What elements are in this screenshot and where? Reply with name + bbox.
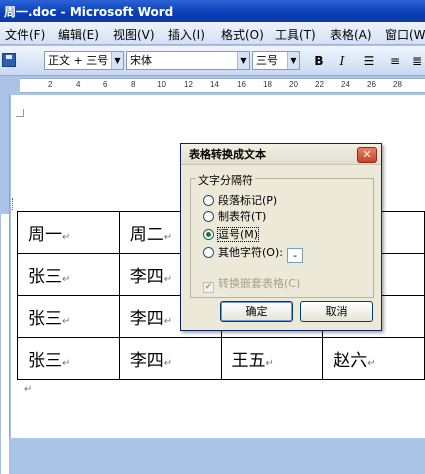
- ruler-number: 22: [315, 80, 324, 89]
- ruler-number: 26: [367, 80, 376, 89]
- chevron-down-icon[interactable]: ▼: [111, 52, 123, 69]
- menu-insert[interactable]: 插入(I): [168, 26, 205, 43]
- menu-view[interactable]: 视图(V): [113, 26, 155, 43]
- radio-icon[interactable]: [203, 211, 214, 222]
- align-justify-icon[interactable]: ☰: [360, 52, 378, 70]
- size-combo-value: 三号: [256, 54, 278, 67]
- menu-file[interactable]: 文件(F): [5, 26, 45, 43]
- other-character-input[interactable]: -: [286, 248, 303, 263]
- vertical-ruler-strip: [1, 214, 9, 474]
- ruler-number: 20: [289, 80, 298, 89]
- menu-edit[interactable]: 编辑(E): [58, 26, 99, 43]
- table-cell[interactable]: 张三↵: [17, 295, 120, 338]
- table-cell[interactable]: 周一↵: [17, 211, 120, 254]
- close-button[interactable]: ✕: [357, 147, 377, 163]
- ruler-number: 14: [210, 80, 219, 89]
- checkmark-icon[interactable]: ✔: [203, 282, 214, 293]
- ok-button[interactable]: 确定: [220, 301, 293, 322]
- window-title: 周一.doc - Microsoft Word: [4, 5, 174, 19]
- menu-window[interactable]: 窗口(W): [385, 26, 425, 43]
- ruler-number: 12: [184, 80, 193, 89]
- horizontal-ruler: 2 4 6 8 10 12 14 16 18 20 22 24 26 28: [0, 77, 425, 94]
- radio-selected-icon[interactable]: [203, 229, 214, 240]
- formatting-toolbar: 正文 + 三号 ▼ 宋体 ▼ 三号 ▼ B I ☰ ≡ ≣: [0, 46, 425, 76]
- ruler-number: 28: [393, 80, 402, 89]
- table-cell[interactable]: 王五↵: [220, 337, 324, 380]
- font-combo-value: 宋体: [130, 54, 152, 67]
- menu-format[interactable]: 格式(O): [221, 26, 264, 43]
- bold-button[interactable]: B: [310, 52, 328, 70]
- convert-nested-tables-checkbox[interactable]: ✔ 转换嵌套表格(C): [203, 277, 300, 293]
- align-left-icon[interactable]: ≣: [408, 52, 425, 70]
- radio-icon[interactable]: [203, 247, 214, 258]
- vertical-ruler: [0, 94, 10, 474]
- convert-table-to-text-dialog: 表格转换成文本 ✕ 文字分隔符 段落标记(P) 制表符(T) 逗号(M) 其他字…: [180, 143, 382, 331]
- font-combo[interactable]: 宋体 ▼: [126, 51, 250, 70]
- dialog-title: 表格转换成文本: [181, 144, 381, 165]
- menu-table[interactable]: 表格(A): [330, 26, 372, 43]
- table-cell[interactable]: 张三↵: [17, 253, 120, 296]
- radio-icon[interactable]: [203, 195, 214, 206]
- ruler-number: 2: [48, 80, 53, 89]
- ruler-number: 8: [131, 80, 136, 89]
- chevron-down-icon[interactable]: ▼: [287, 52, 299, 69]
- table-anchor-icon[interactable]: [12, 198, 20, 210]
- cancel-button[interactable]: 取消: [300, 301, 373, 322]
- size-combo[interactable]: 三号 ▼: [252, 51, 300, 70]
- table-row: 张三↵ 李四↵ 王五↵ 赵六↵: [17, 337, 425, 380]
- menu-bar: 文件(F) 编辑(E) 视图(V) 插入(I) 格式(O) 工具(T) 表格(A…: [0, 22, 425, 45]
- ruler-number: 10: [157, 80, 166, 89]
- table-cell[interactable]: 张三↵: [17, 337, 120, 380]
- paragraph-mark: ↵: [24, 384, 33, 395]
- separator-group-label: 文字分隔符: [196, 172, 255, 188]
- italic-button[interactable]: I: [333, 52, 351, 70]
- ruler-number: 18: [263, 80, 272, 89]
- radio-other-character[interactable]: 其他字符(O): -: [203, 245, 303, 263]
- save-icon[interactable]: [2, 53, 16, 67]
- margin-corner-mark: [16, 109, 24, 117]
- table-cell[interactable]: 赵六↵: [322, 337, 425, 380]
- style-combo-value: 正文 + 三号: [48, 54, 109, 67]
- ruler-number: 24: [341, 80, 350, 89]
- ruler-number: 6: [103, 80, 108, 89]
- ruler-number: 4: [76, 80, 81, 89]
- style-combo[interactable]: 正文 + 三号 ▼: [44, 51, 124, 70]
- radio-paragraph-marks[interactable]: 段落标记(P): [203, 193, 277, 208]
- table-cell[interactable]: 李四↵: [118, 337, 222, 380]
- chevron-down-icon[interactable]: ▼: [237, 52, 249, 69]
- align-center-icon[interactable]: ≡: [386, 52, 404, 70]
- ruler-number: 16: [237, 80, 246, 89]
- title-bar: 周一.doc - Microsoft Word: [0, 0, 425, 22]
- ruler-strip: 2 4 6 8 10 12 14 16 18 20 22 24 26 28: [20, 78, 425, 93]
- menu-tools[interactable]: 工具(T): [275, 26, 316, 43]
- radio-commas[interactable]: 逗号(M): [203, 227, 260, 242]
- radio-tabs[interactable]: 制表符(T): [203, 209, 266, 224]
